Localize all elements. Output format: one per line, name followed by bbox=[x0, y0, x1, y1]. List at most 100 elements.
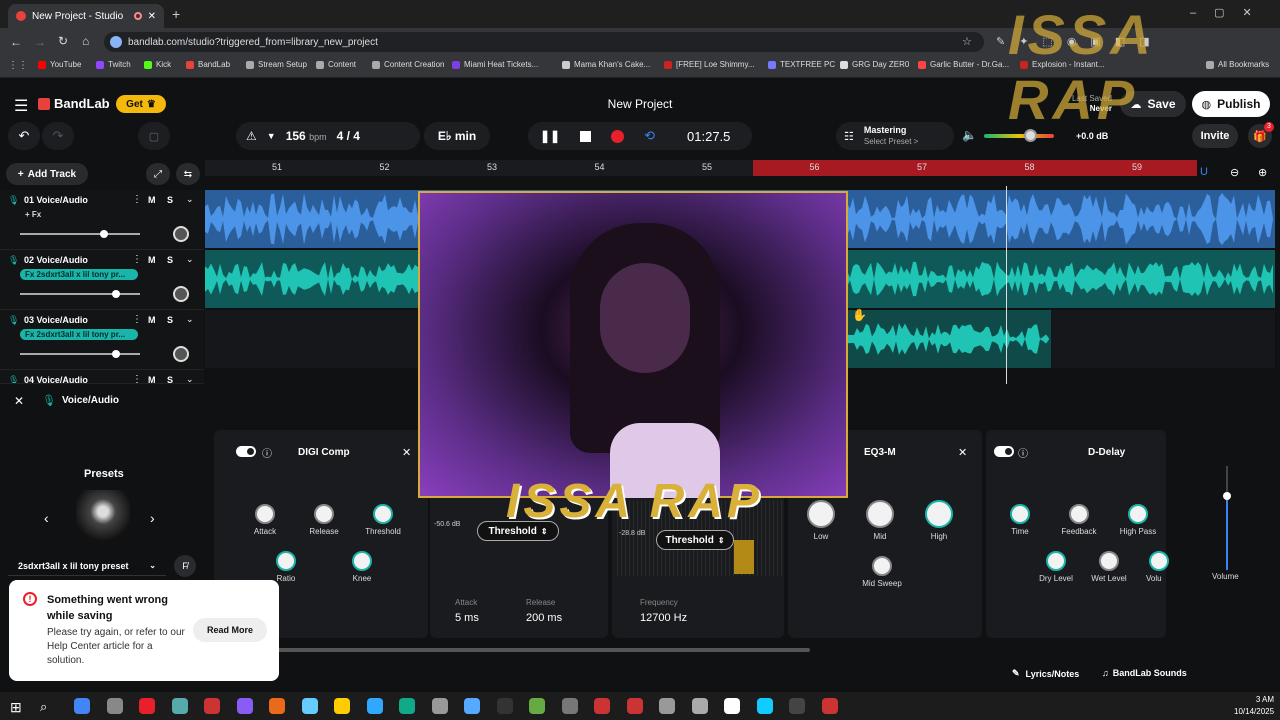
knee-knob[interactable] bbox=[352, 551, 372, 571]
info-icon[interactable]: ⓘ bbox=[262, 445, 272, 460]
panel-scrollbar[interactable] bbox=[214, 648, 810, 652]
solo-button[interactable]: S bbox=[167, 315, 173, 325]
taskbar-app-icon[interactable] bbox=[139, 698, 155, 714]
timeline-ruler[interactable] bbox=[205, 160, 1197, 176]
track-volume-slider[interactable] bbox=[20, 290, 140, 298]
digi-comp-toggle[interactable] bbox=[236, 446, 256, 457]
undo-button[interactable]: ↶ bbox=[8, 122, 40, 150]
url-field[interactable]: bandlab.com/studio?triggered_from=librar… bbox=[104, 32, 984, 52]
delay-time-knob[interactable] bbox=[1010, 504, 1030, 524]
eq-low-knob[interactable] bbox=[807, 500, 835, 528]
chevron-down-icon[interactable]: ⌄ bbox=[186, 194, 194, 205]
taskbar-app-icon[interactable] bbox=[399, 698, 415, 714]
track-menu-icon[interactable]: ⋮ bbox=[132, 194, 142, 205]
taskbar-app-icon[interactable] bbox=[366, 698, 383, 714]
key-selector[interactable]: E♭ min bbox=[424, 122, 490, 150]
tracks-settings-button[interactable]: ⇆ bbox=[176, 163, 200, 185]
bookmark-item[interactable]: Stream Setup bbox=[246, 60, 307, 69]
pan-knob[interactable] bbox=[173, 346, 189, 362]
record-icon[interactable] bbox=[611, 129, 625, 143]
bookmark-item[interactable]: BandLab bbox=[186, 60, 230, 69]
zoom-in-icon[interactable]: ⊕ bbox=[1258, 166, 1267, 179]
magnet-icon[interactable]: U bbox=[1200, 166, 1208, 178]
track-header[interactable]: 🎙 03 Voice/Audio ⋮ M S ⌄ Fx 2sdxrt3all x lil t… bbox=[0, 310, 204, 370]
preset-artwork[interactable] bbox=[76, 490, 130, 544]
get-button[interactable]: Get ♛ bbox=[116, 95, 166, 113]
track-name[interactable]: 04 Voice/Audio bbox=[24, 375, 88, 383]
add-track-button[interactable]: + Add Track bbox=[6, 163, 88, 185]
bookmark-item[interactable]: Mama Khan's Cake... bbox=[562, 60, 650, 69]
windows-start-icon[interactable]: ⊞ bbox=[10, 699, 22, 716]
preset-prev-icon[interactable]: ‹ bbox=[44, 510, 49, 526]
delay-wet-knob[interactable] bbox=[1099, 551, 1119, 571]
track-name[interactable]: 02 Voice/Audio bbox=[24, 255, 88, 265]
lyrics-notes-button[interactable]: ✎ Lyrics/Notes bbox=[1012, 668, 1079, 679]
track-fx-chip[interactable]: + Fx bbox=[20, 209, 138, 220]
taskbar-app-icon[interactable] bbox=[204, 698, 220, 714]
taskbar-app-icon[interactable] bbox=[74, 698, 90, 714]
frequency-value[interactable]: 12700 Hz bbox=[640, 612, 687, 624]
delay-volume-knob[interactable] bbox=[1149, 551, 1169, 571]
metronome-icon[interactable]: ⚠ bbox=[246, 129, 257, 143]
track-header[interactable]: 🎙 02 Voice/Audio ⋮ M S ⌄ Fx 2sdxrt3all x lil t… bbox=[0, 250, 204, 310]
delay-toggle[interactable] bbox=[994, 446, 1014, 457]
bandlab-sounds-button[interactable]: ♫ BandLab Sounds bbox=[1102, 668, 1187, 678]
close-plugin-icon[interactable]: ✕ bbox=[958, 446, 967, 459]
bookmark-item[interactable]: Kick bbox=[144, 60, 171, 69]
taskbar-app-icon[interactable] bbox=[236, 698, 253, 714]
track-menu-icon[interactable]: ⋮ bbox=[132, 374, 142, 383]
chevron-down-icon[interactable]: ⌄ bbox=[186, 254, 194, 265]
read-more-button[interactable]: Read More bbox=[193, 618, 267, 642]
speaker-icon[interactable]: 🔈 bbox=[962, 128, 977, 142]
track-volume-handle[interactable] bbox=[100, 230, 108, 238]
panel-volume-slider[interactable] bbox=[1223, 466, 1231, 570]
taskbar-app-icon[interactable] bbox=[724, 698, 740, 714]
apps-icon[interactable]: ⋮⋮ bbox=[8, 60, 28, 71]
solo-button[interactable]: S bbox=[167, 255, 173, 265]
browser-tab[interactable]: New Project - Studio ✕ bbox=[8, 4, 164, 28]
menu-icon[interactable]: ☰ bbox=[14, 96, 28, 116]
comp-attack-value[interactable]: 5 ms bbox=[455, 612, 479, 624]
taskbar-app-icon[interactable] bbox=[691, 698, 708, 714]
taskbar-app-icon[interactable] bbox=[529, 698, 545, 714]
forward-icon[interactable]: → bbox=[34, 35, 46, 49]
taskbar-app-icon[interactable] bbox=[496, 698, 513, 714]
preset-selector[interactable]: 2sdxrt3all x lil tony preset ⌄ bbox=[8, 556, 166, 576]
reload-icon[interactable]: ↻ bbox=[58, 34, 68, 48]
clock[interactable]: 3 AM 10/14/2025 bbox=[1234, 694, 1274, 718]
mute-button[interactable]: M bbox=[148, 255, 156, 265]
time-signature[interactable]: 4 / 4 bbox=[337, 129, 360, 143]
track-3-clip[interactable] bbox=[845, 310, 1051, 368]
comp-release-value[interactable]: 200 ms bbox=[526, 612, 562, 624]
mastering-button[interactable]: ☷ Mastering Select Preset > bbox=[836, 122, 954, 150]
track-header[interactable]: 🎙 01 Voice/Audio ⋮ M S ⌄ + Fx bbox=[0, 190, 204, 250]
playhead[interactable] bbox=[1006, 186, 1007, 384]
release-knob[interactable] bbox=[314, 504, 334, 524]
track-menu-icon[interactable]: ⋮ bbox=[132, 254, 142, 265]
layout-button[interactable]: ▢ bbox=[138, 122, 170, 150]
pan-knob[interactable] bbox=[173, 286, 189, 302]
taskbar-app-icon[interactable] bbox=[659, 698, 675, 714]
deesser-threshold-selector[interactable]: Threshold ⇕ bbox=[656, 530, 734, 550]
track-volume-handle[interactable] bbox=[112, 290, 120, 298]
chevron-down-icon[interactable]: ⌄ bbox=[186, 314, 194, 325]
track-fx-chip[interactable]: Fx 2sdxrt3all x lil tony pr... bbox=[20, 329, 138, 340]
eq-mid-knob[interactable] bbox=[866, 500, 894, 528]
bookmark-item[interactable]: GRG Day ZER0 bbox=[840, 60, 909, 69]
solo-button[interactable]: S bbox=[167, 195, 173, 205]
reset-fx-button[interactable]: F̸ bbox=[174, 555, 196, 577]
stop-icon[interactable] bbox=[580, 130, 592, 142]
automation-button[interactable]: ⤢ bbox=[146, 163, 170, 185]
loop-icon[interactable]: ⟲ bbox=[644, 128, 655, 144]
deesser-band[interactable] bbox=[734, 540, 754, 574]
taskbar-app-icon[interactable] bbox=[334, 698, 350, 714]
taskbar-app-icon[interactable] bbox=[171, 698, 188, 714]
bookmark-item[interactable]: Garlic Butter - Dr.Ga... bbox=[918, 60, 1009, 69]
taskbar-app-icon[interactable] bbox=[756, 698, 773, 714]
mute-button[interactable]: M bbox=[148, 375, 156, 383]
solo-button[interactable]: S bbox=[167, 375, 173, 383]
close-tab-icon[interactable]: ✕ bbox=[148, 11, 156, 22]
track-name[interactable]: 01 Voice/Audio bbox=[24, 195, 88, 205]
attack-knob[interactable] bbox=[255, 504, 275, 524]
master-volume-slider[interactable] bbox=[984, 129, 1054, 142]
